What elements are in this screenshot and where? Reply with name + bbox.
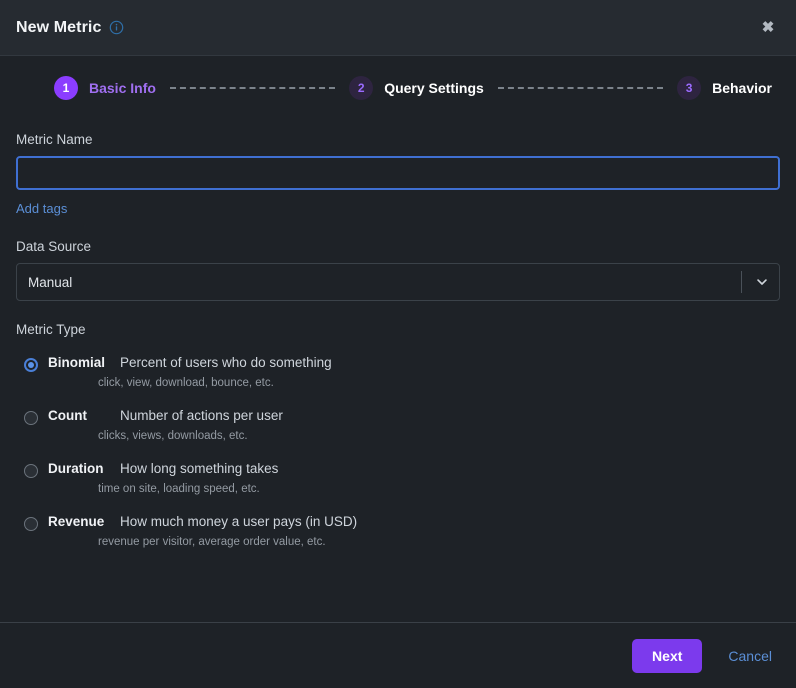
metric-name-label: Metric Name: [16, 132, 93, 147]
metric-type-label: Metric Type: [16, 322, 86, 337]
radio-option-name: Count: [48, 408, 87, 423]
modal-footer: Next Cancel: [0, 622, 796, 688]
stepper-connector-2: [497, 87, 664, 89]
radio-option-description: Number of actions per user: [120, 408, 283, 423]
radio-option-examples: clicks, views, downloads, etc.: [98, 430, 248, 442]
step-label: Basic Info: [89, 80, 156, 96]
step-label: Behavior: [712, 80, 773, 96]
stepper-step-basic-info[interactable]: 1 Basic Info: [54, 76, 156, 100]
radio-option-examples: click, view, download, bounce, etc.: [98, 377, 274, 389]
stepper-step-query-settings[interactable]: 2 Query Settings: [349, 76, 484, 100]
radio-line: Binomial Percent of users who do somethi…: [48, 355, 332, 370]
next-button[interactable]: Next: [632, 638, 703, 673]
radio-option-name: Revenue: [48, 514, 105, 529]
radio-option-name: Binomial: [48, 355, 106, 370]
radio-option-name: Duration: [48, 461, 104, 476]
modal-body: Metric Name Add tags Data Source Manual …: [0, 114, 796, 622]
radio-option-description: Percent of users who do something: [120, 355, 332, 370]
metric-type-field-group: Metric Type Binomial Percent of users wh…: [16, 322, 780, 548]
data-source-select-value[interactable]: Manual: [16, 263, 780, 301]
stepper-connector-1: [169, 87, 336, 89]
data-source-label: Data Source: [16, 239, 92, 254]
radio-text: Duration How long something takes: [48, 461, 278, 476]
select-divider: [741, 271, 742, 293]
radio-text: Revenue How much money a user pays (in U…: [48, 514, 357, 529]
data-source-field-group: Data Source Manual: [16, 239, 780, 301]
radio-mark[interactable]: [24, 464, 38, 478]
stepper: 1 Basic Info 2 Query Settings 3 Behavior: [0, 56, 796, 114]
new-metric-modal: New Metric ✖ 1 Basic Info 2 Query Settin…: [0, 0, 796, 688]
radio-option-description: How much money a user pays (in USD): [120, 514, 358, 529]
radio-option-examples: revenue per visitor, average order value…: [98, 536, 326, 548]
radio-mark[interactable]: [24, 517, 38, 531]
close-icon[interactable]: ✖: [754, 14, 782, 42]
modal-header: New Metric ✖: [0, 0, 796, 56]
radio-text: Count Number of actions per user: [48, 408, 283, 423]
stepper-step-behavior[interactable]: 3 Behavior: [677, 76, 772, 100]
data-source-select[interactable]: Manual: [16, 263, 780, 301]
cancel-button[interactable]: Cancel: [724, 644, 776, 668]
metric-type-radio-group: Binomial Percent of users who do somethi…: [16, 355, 780, 548]
radio-line: Revenue How much money a user pays (in U…: [48, 514, 357, 529]
step-number-badge: 2: [349, 76, 374, 100]
page-title: New Metric: [16, 18, 102, 36]
radio-line: Count Number of actions per user: [48, 408, 283, 423]
info-circle-icon[interactable]: [109, 20, 124, 35]
radio-option-examples: time on site, loading speed, etc.: [98, 483, 260, 495]
radio-text: Binomial Percent of users who do somethi…: [48, 355, 332, 370]
step-number-badge: 3: [677, 76, 702, 100]
step-number-badge: 1: [54, 76, 78, 100]
radio-line: Duration How long something takes: [48, 461, 278, 476]
metric-name-field-group: Metric Name Add tags: [16, 132, 780, 218]
radio-option-revenue[interactable]: Revenue How much money a user pays (in U…: [16, 514, 780, 531]
radio-option-duration[interactable]: Duration How long something takes: [16, 461, 780, 478]
radio-mark[interactable]: [24, 358, 38, 372]
metric-name-input[interactable]: [16, 156, 780, 190]
radio-option-description: How long something takes: [120, 461, 279, 476]
radio-option-binomial[interactable]: Binomial Percent of users who do somethi…: [16, 355, 780, 372]
radio-option-count[interactable]: Count Number of actions per user: [16, 408, 780, 425]
step-label: Query Settings: [384, 80, 484, 96]
radio-mark[interactable]: [24, 411, 38, 425]
add-tags-link[interactable]: Add tags: [16, 201, 67, 216]
